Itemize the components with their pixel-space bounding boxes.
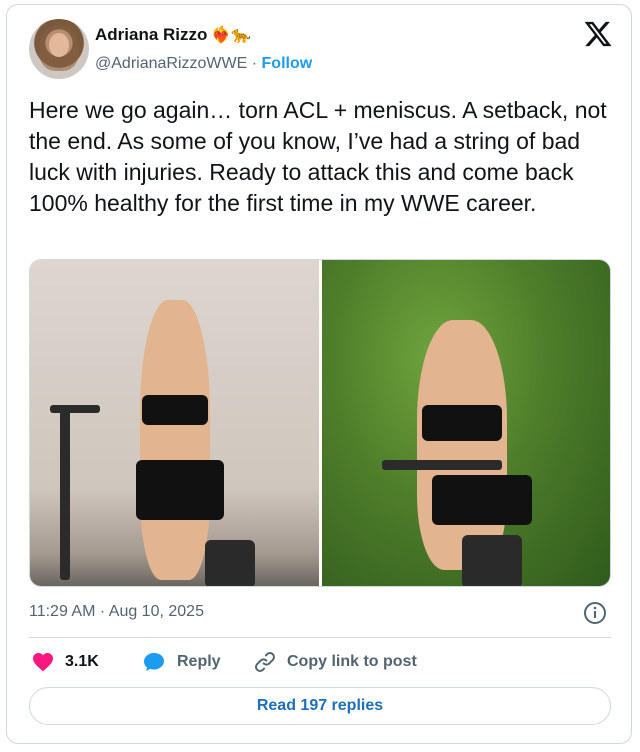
like-button[interactable]: 3.1K bbox=[31, 650, 99, 674]
tweet-text: Here we go again… torn ACL + meniscus. A… bbox=[29, 97, 607, 216]
handle-separator: · bbox=[251, 55, 258, 72]
bikini-bottom-shape bbox=[432, 475, 532, 525]
date[interactable]: Aug 10, 2025 bbox=[109, 603, 204, 620]
time[interactable]: 11:29 AM bbox=[29, 603, 95, 620]
info-icon[interactable] bbox=[583, 601, 607, 625]
heart-icon bbox=[33, 653, 53, 672]
knee-brace-shape bbox=[205, 540, 255, 586]
skirt-shape bbox=[136, 460, 224, 520]
follow-button[interactable]: Follow bbox=[262, 55, 313, 72]
author-emojis: ❤️‍🔥🐆 bbox=[211, 27, 252, 44]
person-left-shape bbox=[140, 300, 210, 580]
walker-shape bbox=[382, 460, 502, 470]
read-replies-button[interactable]: Read 197 replies bbox=[29, 687, 611, 725]
link-icon bbox=[255, 652, 275, 672]
person-right-shape bbox=[417, 320, 507, 570]
author-name-text[interactable]: Adriana Rizzo bbox=[95, 25, 207, 44]
handle-row: @AdrianaRizzoWWE · Follow bbox=[95, 55, 312, 73]
knee-brace-shape bbox=[462, 535, 522, 586]
tweet-card: Adriana Rizzo ❤️‍🔥🐆 @AdrianaRizzoWWE · Fo… bbox=[6, 4, 632, 744]
author-name[interactable]: Adriana Rizzo ❤️‍🔥🐆 bbox=[95, 25, 251, 45]
bikini-top-shape bbox=[422, 405, 502, 441]
photo-right[interactable] bbox=[322, 260, 610, 586]
time-separator: · bbox=[99, 603, 106, 620]
copy-link-label: Copy link to post bbox=[287, 653, 417, 670]
photo-left[interactable] bbox=[30, 260, 319, 586]
crutch-shape bbox=[60, 410, 70, 580]
author-handle[interactable]: @AdrianaRizzoWWE bbox=[95, 55, 247, 72]
media-grid[interactable] bbox=[29, 259, 611, 587]
divider bbox=[29, 637, 611, 638]
avatar-face bbox=[49, 33, 69, 57]
action-bar: 3.1K Reply Copy link to post bbox=[29, 650, 619, 680]
timestamp[interactable]: 11:29 AM · Aug 10, 2025 bbox=[29, 603, 204, 621]
copy-link-button[interactable]: Copy link to post bbox=[253, 650, 417, 674]
bikini-top-shape bbox=[142, 395, 208, 425]
reply-button[interactable]: Reply bbox=[141, 650, 221, 674]
avatar[interactable] bbox=[29, 19, 89, 79]
crutch-handle-shape bbox=[50, 405, 100, 413]
like-count: 3.1K bbox=[65, 653, 99, 670]
reply-label: Reply bbox=[177, 653, 221, 670]
x-logo-icon[interactable] bbox=[583, 19, 613, 49]
reply-icon bbox=[144, 653, 164, 671]
